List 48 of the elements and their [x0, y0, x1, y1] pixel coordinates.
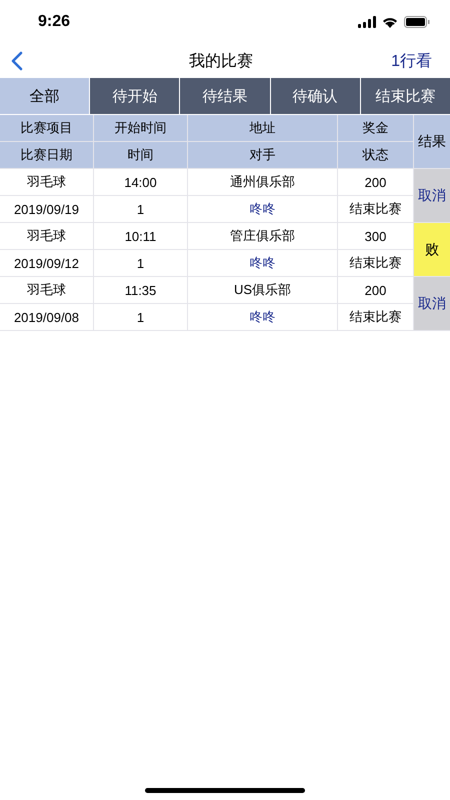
column-header: 地址	[188, 115, 337, 141]
table-cell: US俱乐部	[188, 277, 337, 303]
status-time: 9:26	[38, 13, 70, 31]
column-header: 对手	[188, 142, 337, 168]
wifi-icon	[382, 16, 398, 28]
opponent-link[interactable]: 咚咚	[188, 250, 337, 276]
result-cell: 取消	[414, 277, 450, 330]
table-cell: 结束比赛	[338, 304, 413, 330]
opponent-link[interactable]: 咚咚	[188, 196, 337, 222]
table-cell: 1	[94, 250, 187, 276]
filter-tab[interactable]: 待确认	[270, 78, 360, 114]
column-header: 时间	[94, 142, 187, 168]
column-header: 比赛日期	[0, 142, 93, 168]
back-icon[interactable]	[10, 51, 24, 71]
table-cell: 11:35	[94, 277, 187, 303]
action-link[interactable]: 1行看	[391, 50, 432, 72]
column-header: 结果	[414, 115, 450, 168]
table-cell: 1	[94, 304, 187, 330]
result-cell: 取消	[414, 169, 450, 222]
page-title: 我的比赛	[189, 52, 253, 72]
table-cell: 通州俱乐部	[188, 169, 337, 195]
filter-tab[interactable]: 全部	[0, 78, 90, 114]
opponent-link[interactable]: 咚咚	[188, 304, 337, 330]
table-cell: 2019/09/19	[0, 196, 93, 222]
signal-icon	[358, 16, 376, 28]
filter-tab[interactable]: 待结果	[180, 78, 270, 114]
column-header: 状态	[338, 142, 413, 168]
table-cell: 羽毛球	[0, 223, 93, 249]
table-cell: 10:11	[94, 223, 187, 249]
filter-tab[interactable]: 待开始	[90, 78, 180, 114]
table-cell: 羽毛球	[0, 169, 93, 195]
table-cell: 200	[338, 277, 413, 303]
column-header: 比赛项目	[0, 115, 93, 141]
table-cell: 300	[338, 223, 413, 249]
battery-icon	[404, 16, 430, 28]
table-cell: 1	[94, 196, 187, 222]
table-cell: 2019/09/08	[0, 304, 93, 330]
table-cell: 羽毛球	[0, 277, 93, 303]
result-cell: 败	[414, 223, 450, 276]
column-header: 开始时间	[94, 115, 187, 141]
table-cell: 2019/09/12	[0, 250, 93, 276]
table-cell: 结束比赛	[338, 250, 413, 276]
filter-tab[interactable]: 结束比赛	[360, 78, 450, 114]
table-cell: 管庄俱乐部	[188, 223, 337, 249]
table-cell: 14:00	[94, 169, 187, 195]
table-cell: 结束比赛	[338, 196, 413, 222]
column-header: 奖金	[338, 115, 413, 141]
table-cell: 200	[338, 169, 413, 195]
